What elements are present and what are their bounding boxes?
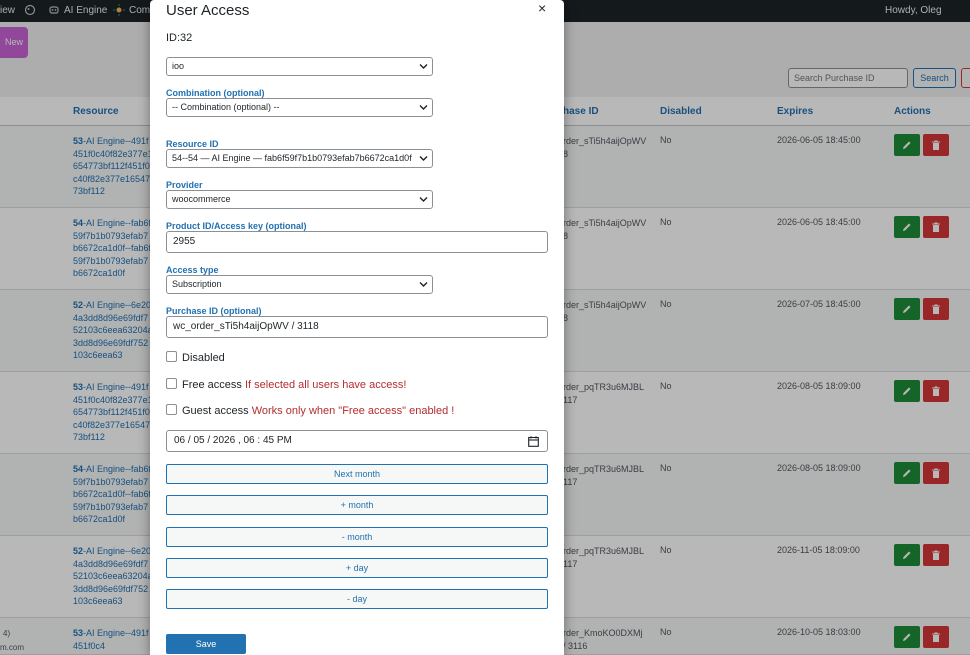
calendar-icon[interactable] bbox=[528, 436, 539, 447]
record-id: ID:32 bbox=[166, 32, 193, 44]
disabled-row: Disabled bbox=[166, 351, 225, 364]
disabled-label: Disabled bbox=[182, 352, 225, 364]
combination-label: Combination (optional) bbox=[166, 88, 265, 98]
subtract-month-button[interactable]: - month bbox=[166, 527, 548, 547]
guest-access-warning: Works only when "Free access" enabled ! bbox=[251, 405, 455, 417]
chevron-down-icon bbox=[419, 197, 428, 202]
close-icon[interactable]: × bbox=[538, 0, 546, 16]
save-button[interactable]: Save bbox=[166, 634, 246, 654]
subtract-day-button[interactable]: - day bbox=[166, 589, 548, 609]
add-month-button[interactable]: + month bbox=[166, 495, 548, 515]
combination-select[interactable]: -- Combination (optional) -- bbox=[166, 98, 433, 117]
user-access-modal: User Access × ID:32 ioo Combination (opt… bbox=[150, 0, 564, 655]
chevron-down-icon bbox=[419, 105, 428, 110]
chevron-down-icon bbox=[419, 64, 428, 69]
resource-id-select[interactable]: 54--54 — AI Engine — fab6f59f7b1b0793efa… bbox=[166, 149, 433, 168]
guest-access-row: Guest access Works only when "Free acces… bbox=[166, 404, 454, 417]
free-access-label: Free access bbox=[182, 379, 242, 391]
product-id-input[interactable]: 2955 bbox=[166, 231, 548, 253]
provider-label: Provider bbox=[166, 180, 203, 190]
free-access-checkbox[interactable] bbox=[166, 378, 177, 389]
purchase-id-input[interactable]: wc_order_sTi5h4aijOpWV / 3118 bbox=[166, 316, 548, 338]
access-type-select[interactable]: Subscription bbox=[166, 275, 433, 294]
chevron-down-icon bbox=[419, 156, 428, 161]
free-access-warning: If selected all users have access! bbox=[244, 379, 407, 391]
resource-id-label: Resource ID bbox=[166, 139, 219, 149]
free-access-row: Free access If selected all users have a… bbox=[166, 378, 406, 391]
guest-access-checkbox[interactable] bbox=[166, 404, 177, 415]
disabled-checkbox[interactable] bbox=[166, 351, 177, 362]
expiry-datetime-input[interactable]: 06 / 05 / 2026 , 06 : 45 PM bbox=[166, 430, 548, 452]
user-select[interactable]: ioo bbox=[166, 57, 433, 76]
add-day-button[interactable]: + day bbox=[166, 558, 548, 578]
next-month-button[interactable]: Next month bbox=[166, 464, 548, 484]
guest-access-label: Guest access bbox=[182, 405, 249, 417]
access-type-label: Access type bbox=[166, 265, 219, 275]
chevron-down-icon bbox=[419, 282, 428, 287]
provider-select[interactable]: woocommerce bbox=[166, 190, 433, 209]
product-id-label: Product ID/Access key (optional) bbox=[166, 221, 307, 231]
modal-title: User Access bbox=[166, 2, 250, 19]
purchase-id-label: Purchase ID (optional) bbox=[166, 306, 262, 316]
